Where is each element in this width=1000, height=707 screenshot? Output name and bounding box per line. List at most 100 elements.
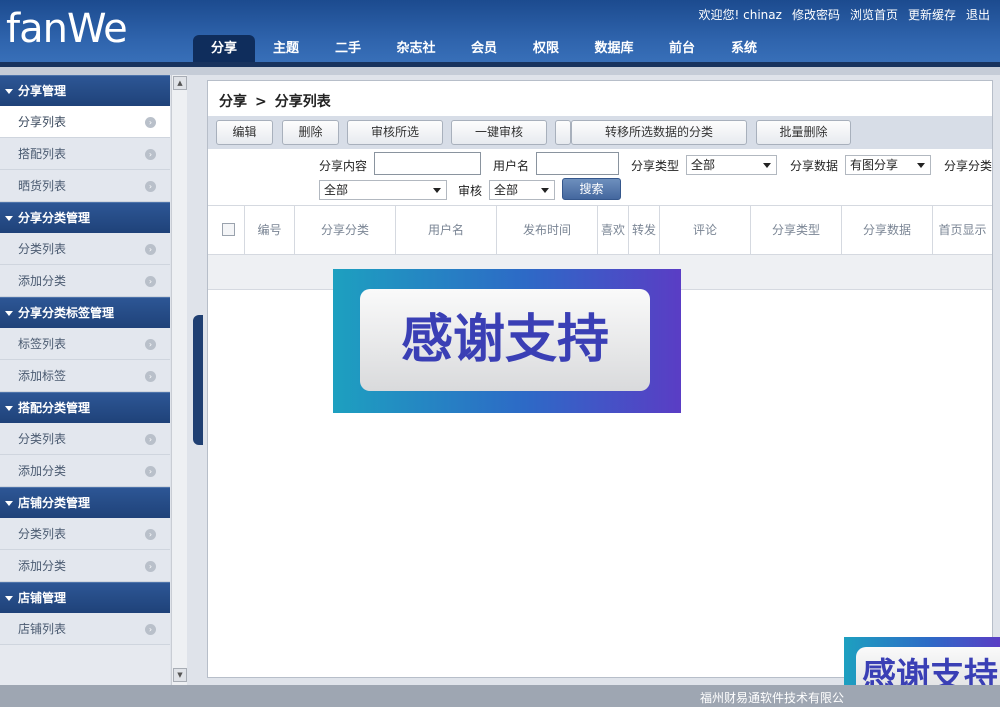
tab-secondhand[interactable]: 二手 [317,35,379,62]
sidebar-group-shop[interactable]: 店铺管理 [0,582,170,613]
sidebar-collapse-handle[interactable] [193,315,203,445]
sidebar-item-label: 分类列表 [18,242,67,256]
sidebar-item-match-add-category[interactable]: 添加分类 › [0,455,170,487]
change-password-link[interactable]: 修改密码 [792,6,840,23]
scroll-up-icon[interactable]: ▲ [173,76,187,90]
move-category-button[interactable]: 转移所选数据的分类 [571,120,747,145]
audit-label: 审核 [458,184,483,198]
column-header[interactable]: 首页显示 [933,206,992,254]
header-subbar [0,67,1000,75]
top-links: 欢迎您! chinaz 修改密码 浏览首页 更新缓存 退出 [699,6,990,23]
search-button[interactable]: 搜索 [562,178,621,200]
column-header[interactable]: 转发 [629,206,660,254]
chevron-right-icon: › [145,181,156,192]
audit-selected-button[interactable]: 审核所选 [347,120,443,145]
tab-frontend[interactable]: 前台 [651,35,713,62]
sidebar-group-label: 分享分类管理 [18,211,91,225]
column-header[interactable]: 编号 [245,206,295,254]
breadcrumb-parent[interactable]: 分享 [219,94,247,110]
triangle-down-icon [5,216,13,221]
content-label: 分享内容 [319,159,368,173]
sidebar-scrollbar[interactable]: ▲ ▼ [171,75,187,685]
column-header[interactable]: 用户名 [396,206,497,254]
thanks-banner-text: 感谢支持 [360,289,650,391]
scroll-down-icon[interactable]: ▼ [173,668,187,682]
toolbar-spacer-button[interactable] [555,120,571,145]
tab-member[interactable]: 会员 [453,35,515,62]
table-header: 编号 分享分类 用户名 发布时间 喜欢 转发 评论 分享类型 分享数据 首页显示 [208,205,992,255]
chevron-right-icon: › [145,624,156,635]
edit-button[interactable]: 编辑 [216,120,273,145]
browse-home-link[interactable]: 浏览首页 [850,6,898,23]
share-category-label: 分享分类 [944,159,993,173]
content-input[interactable] [374,152,481,175]
sidebar-group-match-category[interactable]: 搭配分类管理 [0,392,170,423]
breadcrumb-current: 分享列表 [274,94,331,110]
thanks-banner: 感谢支持 [333,269,681,413]
select-all-checkbox[interactable] [222,223,235,236]
sidebar-item-add-category[interactable]: 添加分类 › [0,265,170,297]
column-header[interactable]: 喜欢 [598,206,629,254]
tab-system[interactable]: 系统 [713,35,775,62]
column-header[interactable]: 发布时间 [497,206,598,254]
sidebar-item-shop-add-category[interactable]: 添加分类 › [0,550,170,582]
tab-topic[interactable]: 主题 [255,35,317,62]
column-header[interactable]: 分享分类 [295,206,396,254]
sidebar-item-shop-list[interactable]: 店铺列表 › [0,613,170,645]
main-nav-tabs: 分享 主题 二手 杂志社 会员 权限 数据库 前台 系统 [193,35,775,62]
share-category-select[interactable]: 全部 [319,180,447,200]
tab-share[interactable]: 分享 [193,35,255,62]
sidebar-item-label: 添加标签 [18,369,67,383]
tab-magazine[interactable]: 杂志社 [379,35,453,62]
search-filters: 分享内容 用户名 分享类型 全部 分享数据 有图分享 分享分类 全部 审核 全部… [208,149,992,205]
username-label: 用户名 [493,159,530,173]
fanwe-logo[interactable]: fanWe [6,6,128,52]
share-type-value: 全部 [691,158,716,172]
breadcrumb: 分享 > 分享列表 [219,91,339,111]
sidebar-group-shop-category[interactable]: 店铺分类管理 [0,487,170,518]
chevron-right-icon: › [145,244,156,255]
sidebar-group-label: 分享管理 [18,84,67,98]
action-toolbar: 编辑 删除 审核所选 一键审核 转移所选数据的分类 批量删除 [208,116,992,149]
update-cache-link[interactable]: 更新缓存 [908,6,956,23]
chevron-right-icon: › [145,371,156,382]
sidebar-group-label: 分享分类标签管理 [18,306,115,320]
sidebar-item-shop-category-list[interactable]: 分类列表 › [0,518,170,550]
share-data-select[interactable]: 有图分享 [845,155,931,175]
sidebar-item-label: 晒货列表 [18,179,67,193]
audit-select[interactable]: 全部 [489,180,555,200]
share-type-select[interactable]: 全部 [686,155,777,175]
welcome-user-link[interactable]: 欢迎您! chinaz [699,6,782,23]
logout-link[interactable]: 退出 [966,6,990,23]
sidebar-item-add-tag[interactable]: 添加标签 › [0,360,170,392]
column-header[interactable]: 分享数据 [842,206,933,254]
column-header[interactable]: 评论 [660,206,751,254]
sidebar-item-share-list[interactable]: 分享列表 › [0,106,170,138]
batch-delete-button[interactable]: 批量删除 [756,120,851,145]
sidebar-item-match-category-list[interactable]: 分类列表 › [0,423,170,455]
sidebar-item-match-list[interactable]: 搭配列表 › [0,138,170,170]
tab-permission[interactable]: 权限 [515,35,577,62]
one-click-audit-button[interactable]: 一键审核 [451,120,547,145]
triangle-down-icon [5,406,13,411]
sidebar-item-label: 分类列表 [18,432,67,446]
column-header[interactable]: 分享类型 [751,206,842,254]
tab-database[interactable]: 数据库 [577,35,651,62]
dropdown-arrow-icon [763,163,771,168]
sidebar-item-tag-list[interactable]: 标签列表 › [0,328,170,360]
sidebar-group-label: 店铺分类管理 [18,496,91,510]
username-input[interactable] [536,152,619,175]
dropdown-arrow-icon [917,163,925,168]
sidebar: 分享管理 分享列表 › 搭配列表 › 晒货列表 › 分享分类管理 分类列表 › 添加分类… [0,75,170,685]
sidebar-item-show-list[interactable]: 晒货列表 › [0,170,170,202]
chevron-right-icon: › [145,339,156,350]
sidebar-group-share-category[interactable]: 分享分类管理 [0,202,170,233]
select-all-cell [208,206,245,254]
triangle-down-icon [5,501,13,506]
sidebar-group-tag[interactable]: 分享分类标签管理 [0,297,170,328]
share-category-value: 全部 [324,183,349,197]
sidebar-group-share[interactable]: 分享管理 [0,75,170,106]
audit-value: 全部 [494,183,519,197]
sidebar-item-category-list[interactable]: 分类列表 › [0,233,170,265]
delete-button[interactable]: 删除 [282,120,339,145]
